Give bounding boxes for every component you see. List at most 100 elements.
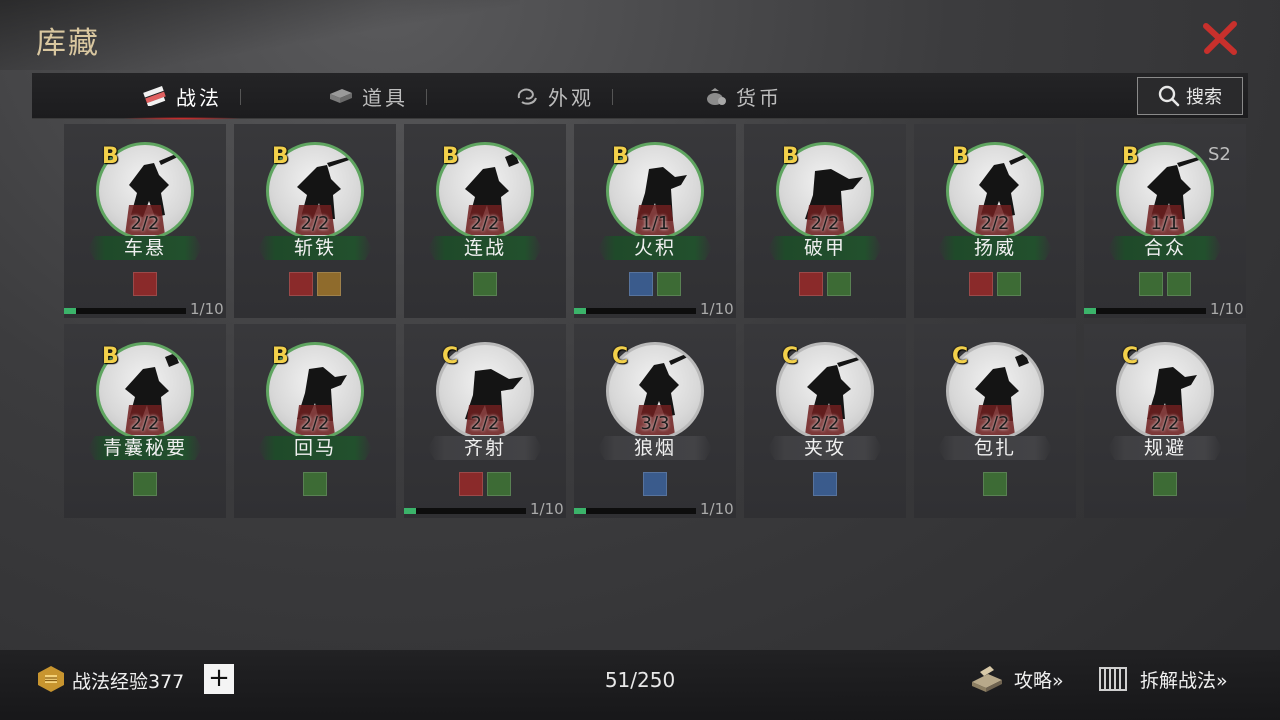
tactic-name: 斩铁 xyxy=(293,237,336,259)
blue-tag-icon xyxy=(813,472,837,496)
grade-badge: B xyxy=(782,144,799,169)
inventory-capacity: 51/250 xyxy=(604,668,676,692)
tab-label: 道具 xyxy=(362,85,408,110)
blue-tag-icon xyxy=(629,272,653,296)
grade-badge: B xyxy=(272,344,289,369)
search-label: 搜索 xyxy=(1186,87,1222,108)
tactic-card[interactable]: B 2/2 回马 xyxy=(234,324,396,518)
upgrade-progress-bar xyxy=(404,508,526,514)
tactic-card[interactable]: B 2/2 扬威 xyxy=(914,124,1076,318)
progress-label: 1/10 xyxy=(700,500,734,518)
tab-items[interactable]: 道具 xyxy=(278,73,458,119)
tactic-card[interactable]: B 2/2 斩铁 xyxy=(234,124,396,318)
copy-count: 2/2 xyxy=(130,413,160,434)
red-tag-icon xyxy=(133,272,157,296)
grade-badge: C xyxy=(1122,344,1139,369)
progress-fill xyxy=(404,508,417,514)
tactic-name: 火积 xyxy=(633,237,676,259)
copy-count: 2/2 xyxy=(810,213,840,234)
copy-count: 1/1 xyxy=(640,213,670,234)
tactic-name: 连战 xyxy=(463,237,506,259)
grade-badge: B xyxy=(952,144,969,169)
tactic-tags xyxy=(64,472,226,496)
tab-appearance[interactable]: 外观 xyxy=(464,73,644,119)
grade-badge: B xyxy=(1122,144,1139,169)
tactic-tags xyxy=(404,272,566,296)
tactics-grid: B 2/2 车悬 1/10 B 2/2 斩铁 B 2/2 连战 B 1/1 火积 1/10 B 2/2 破甲 B 2… xyxy=(64,124,1248,520)
tactic-card[interactable]: B 2/2 连战 xyxy=(404,124,566,318)
season-label: S2 xyxy=(1208,144,1231,165)
tactic-tags xyxy=(1084,272,1246,296)
upgrade-progress-bar xyxy=(574,508,696,514)
green-tag-icon xyxy=(133,472,157,496)
copy-count: 1/1 xyxy=(1150,213,1180,234)
strategy-guide-button[interactable]: 攻略» xyxy=(968,662,1064,696)
tactic-card[interactable]: C 2/2 包扎 xyxy=(914,324,1076,518)
progress-fill xyxy=(1084,308,1097,314)
tab-label: 战法 xyxy=(176,85,222,110)
tab-divider xyxy=(240,89,241,105)
tactic-tags xyxy=(914,472,1076,496)
tactic-name: 规避 xyxy=(1143,437,1186,459)
tactic-tags xyxy=(1084,472,1246,496)
tab-currency[interactable]: 货币 xyxy=(652,73,832,119)
progress-label: 1/10 xyxy=(1210,300,1244,318)
green-tag-icon xyxy=(1153,472,1177,496)
grade-badge: B xyxy=(442,144,459,169)
grade-badge: B xyxy=(102,344,119,369)
tactic-card[interactable]: C 2/2 规避 xyxy=(1084,324,1246,518)
tactic-card[interactable]: B 1/1 火积 1/10 xyxy=(574,124,736,318)
green-tag-icon xyxy=(1139,272,1163,296)
tab-divider xyxy=(426,89,427,105)
progress-label: 1/10 xyxy=(700,300,734,318)
copy-count: 2/2 xyxy=(980,213,1010,234)
tactic-card[interactable]: C 2/2 齐射 1/10 xyxy=(404,324,566,518)
red-tag-icon xyxy=(459,472,483,496)
copy-count: 2/2 xyxy=(1150,413,1180,434)
search-button[interactable]: 搜索 xyxy=(1137,77,1243,115)
tactic-card[interactable]: C 2/2 夹攻 xyxy=(744,324,906,518)
tactic-tags xyxy=(574,472,736,496)
grade-badge: B xyxy=(612,144,629,169)
green-tag-icon xyxy=(303,472,327,496)
tactic-tags xyxy=(914,272,1076,296)
upgrade-progress-bar xyxy=(64,308,186,314)
tactic-card[interactable]: B 1/1 合众 S2 1/10 xyxy=(1084,124,1246,318)
bamboo-scroll-icon xyxy=(1099,667,1127,691)
tactic-tags xyxy=(234,472,396,496)
tactic-name: 回马 xyxy=(293,437,336,459)
tab-label: 货币 xyxy=(736,85,782,110)
tactic-card[interactable]: B 2/2 青囊秘要 xyxy=(64,324,226,518)
grade-badge: B xyxy=(102,144,119,169)
progress-fill xyxy=(574,308,587,314)
tab-divider xyxy=(612,89,613,105)
page-title: 库藏 xyxy=(36,26,100,61)
copy-count: 2/2 xyxy=(470,213,500,234)
green-tag-icon xyxy=(827,272,851,296)
tab-bar: 战法 道具 外观 货币 搜索 xyxy=(32,73,1248,120)
tactic-card[interactable]: B 2/2 破甲 xyxy=(744,124,906,318)
close-button[interactable] xyxy=(1200,18,1240,58)
money-bag-icon xyxy=(707,88,726,105)
close-x-icon xyxy=(1203,21,1237,55)
search-icon xyxy=(1158,85,1180,107)
tab-tactics[interactable]: 战法 xyxy=(92,73,272,120)
copy-count: 2/2 xyxy=(300,213,330,234)
tactic-card[interactable]: C 3/3 狼烟 1/10 xyxy=(574,324,736,518)
green-tag-icon xyxy=(983,472,1007,496)
copy-count: 3/3 xyxy=(640,413,670,434)
tactic-name: 破甲 xyxy=(803,237,846,259)
red-tag-icon xyxy=(289,272,313,296)
tactic-tags xyxy=(744,272,906,296)
grade-badge: C xyxy=(612,344,629,369)
tactic-tags xyxy=(404,472,566,496)
grade-badge: C xyxy=(782,344,799,369)
red-tag-icon xyxy=(799,272,823,296)
tactic-card[interactable]: B 2/2 车悬 1/10 xyxy=(64,124,226,318)
dismantle-tactics-button[interactable]: 拆解战法» xyxy=(1094,662,1228,696)
gold-tag-icon xyxy=(317,272,341,296)
strategy-label: 攻略» xyxy=(1014,669,1064,692)
tactic-name: 扬威 xyxy=(973,237,1016,259)
tactic-name: 青囊秘要 xyxy=(102,437,187,459)
tactic-name: 齐射 xyxy=(463,437,506,459)
